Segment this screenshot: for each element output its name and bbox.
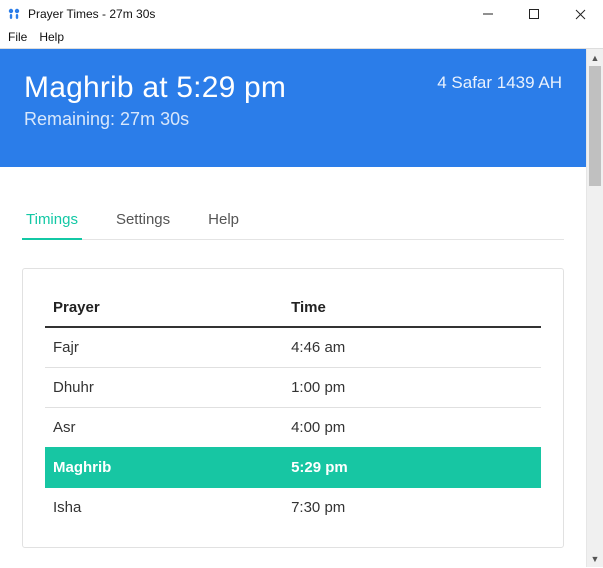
hijri-date: 4 Safar 1439 AH: [437, 71, 562, 137]
table-row: Asr 4:00 pm: [45, 408, 541, 448]
menu-help[interactable]: Help: [39, 30, 64, 44]
prayer-name: Maghrib: [45, 448, 283, 488]
remaining-label: Remaining: 27m 30s: [24, 109, 286, 130]
prayer-time: 5:29 pm: [283, 448, 541, 488]
prayer-name: Dhuhr: [45, 368, 283, 408]
prayer-name: Fajr: [45, 327, 283, 368]
minimize-button[interactable]: [465, 0, 511, 28]
table-row: Maghrib 5:29 pm: [45, 448, 541, 488]
menu-file[interactable]: File: [8, 30, 27, 44]
table-row: Dhuhr 1:00 pm: [45, 368, 541, 408]
hero-banner: Maghrib at 5:29 pm Remaining: 27m 30s 4 …: [0, 49, 586, 167]
scrollbar-thumb[interactable]: [589, 66, 601, 186]
prayer-time: 7:30 pm: [283, 488, 541, 528]
maximize-button[interactable]: [511, 0, 557, 28]
header-time: Time: [283, 289, 541, 327]
content-wrap: Maghrib at 5:29 pm Remaining: 27m 30s 4 …: [0, 49, 603, 567]
table-row: Isha 7:30 pm: [45, 488, 541, 528]
hero-left: Maghrib at 5:29 pm Remaining: 27m 30s: [24, 71, 286, 137]
prayer-time: 1:00 pm: [283, 368, 541, 408]
scroll-down-arrow-icon[interactable]: ▼: [587, 550, 603, 567]
tab-help[interactable]: Help: [204, 203, 243, 239]
tabs: Timings Settings Help: [22, 203, 564, 240]
prayer-times-table: Prayer Time Fajr 4:46 am Dhuhr 1:00 pm: [45, 289, 541, 527]
prayer-time: 4:00 pm: [283, 408, 541, 448]
prayer-name: Asr: [45, 408, 283, 448]
window-controls: [465, 0, 603, 28]
tab-settings[interactable]: Settings: [112, 203, 174, 239]
table-header-row: Prayer Time: [45, 289, 541, 327]
header-prayer: Prayer: [45, 289, 283, 327]
scroll-up-arrow-icon[interactable]: ▲: [587, 49, 603, 66]
menubar: File Help: [0, 28, 603, 49]
next-prayer-headline: Maghrib at 5:29 pm: [24, 71, 286, 105]
prayer-name: Isha: [45, 488, 283, 528]
scroll-area: Maghrib at 5:29 pm Remaining: 27m 30s 4 …: [0, 49, 586, 567]
window-title: Prayer Times - 27m 30s: [28, 7, 155, 21]
close-button[interactable]: [557, 0, 603, 28]
prayer-time: 4:46 am: [283, 327, 541, 368]
app-icon: [6, 6, 22, 22]
timings-card: Prayer Time Fajr 4:46 am Dhuhr 1:00 pm: [22, 268, 564, 548]
titlebar: Prayer Times - 27m 30s: [0, 0, 603, 28]
table-row: Fajr 4:46 am: [45, 327, 541, 368]
tab-timings[interactable]: Timings: [22, 203, 82, 240]
body-area: Timings Settings Help Prayer Time Fajr: [0, 167, 586, 548]
vertical-scrollbar[interactable]: ▲ ▼: [586, 49, 603, 567]
